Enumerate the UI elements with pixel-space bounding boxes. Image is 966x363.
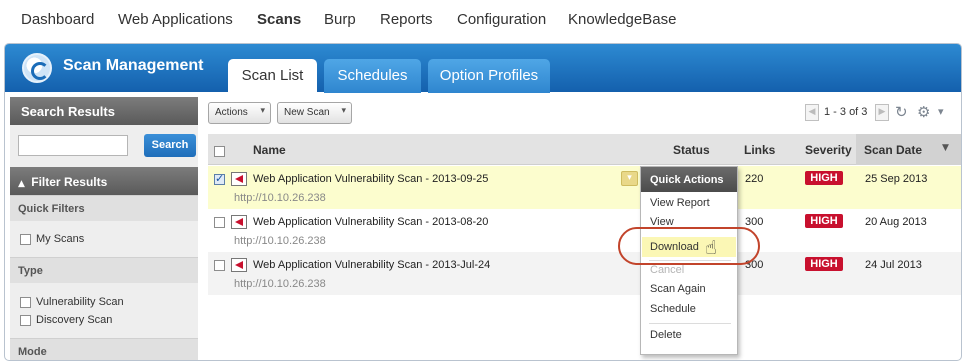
sidebar: Search Results Search ▲ Filter Results Q… [10, 97, 198, 360]
top-navigation: Dashboard Web Applications Scans Burp Re… [0, 0, 966, 42]
column-links[interactable]: Links [744, 143, 775, 157]
scan-date: 24 Jul 2013 [865, 259, 922, 271]
discovery-scan-filter[interactable]: Discovery Scan [20, 314, 112, 326]
nav-web-applications[interactable]: Web Applications [118, 11, 233, 28]
app-header: Scan Management Scan List Schedules Opti… [5, 44, 961, 93]
column-status[interactable]: Status [673, 143, 710, 157]
column-severity[interactable]: Severity [805, 143, 852, 157]
discovery-scan-checkbox[interactable] [20, 314, 31, 326]
nav-dashboard[interactable]: Dashboard [21, 11, 94, 28]
table-row[interactable]: Web Application Vulnerability Scan - 201… [208, 166, 961, 209]
highlight-callout-ring [618, 227, 760, 265]
type-section: Type [10, 257, 198, 283]
table-header: Name Status Links Severity Scan Date ▼ [208, 134, 961, 165]
menu-divider [649, 323, 731, 324]
scan-name[interactable]: Web Application Vulnerability Scan - 201… [253, 173, 488, 185]
vulnerability-scan-filter[interactable]: Vulnerability Scan [20, 296, 124, 308]
severity-badge: HIGH [805, 214, 843, 228]
qualys-logo-icon [22, 53, 52, 83]
new-scan-label: New Scan [284, 107, 330, 118]
column-scan-date[interactable]: Scan Date [864, 143, 922, 157]
quick-actions-title: Quick Actions [641, 167, 737, 192]
table-row[interactable]: Web Application Vulnerability Scan - 201… [208, 252, 961, 295]
scan-type-icon [231, 215, 247, 229]
scan-type-icon [231, 258, 247, 272]
vulnerability-scan-label: Vulnerability Scan [36, 296, 124, 308]
filter-results-heading[interactable]: ▲ Filter Results [10, 167, 198, 195]
mode-section: Mode [10, 338, 198, 360]
menu-item-scan-again[interactable]: Scan Again [650, 283, 706, 295]
menu-item-schedule[interactable]: Schedule [650, 303, 696, 315]
next-page-button[interactable]: ▶ [875, 104, 889, 121]
search-button[interactable]: Search [144, 134, 196, 157]
my-scans-filter[interactable]: My Scans [20, 233, 84, 245]
nav-configuration[interactable]: Configuration [457, 11, 546, 28]
scan-type-icon [231, 172, 247, 186]
scan-date: 25 Sep 2013 [865, 173, 928, 185]
gear-icon[interactable]: ⚙ [917, 103, 930, 121]
app-frame: Scan Management Scan List Schedules Opti… [4, 43, 962, 361]
tab-schedules[interactable]: Schedules [324, 59, 421, 93]
filter-results-label: Filter Results [31, 175, 108, 189]
menu-item-delete[interactable]: Delete [650, 329, 682, 341]
row-checkbox[interactable] [214, 217, 225, 228]
my-scans-label: My Scans [36, 233, 85, 245]
refresh-icon[interactable]: ↻ [895, 103, 908, 121]
vulnerability-scan-checkbox[interactable] [20, 296, 31, 308]
collapse-caret-icon: ▲ [18, 179, 25, 189]
row-checkbox[interactable] [214, 260, 225, 271]
actions-dropdown[interactable]: Actions ▾ [208, 102, 271, 124]
chevron-down-icon[interactable]: ▾ [938, 105, 944, 118]
scan-links: 220 [745, 173, 764, 185]
search-input[interactable] [18, 135, 128, 156]
scan-name[interactable]: Web Application Vulnerability Scan - 201… [253, 216, 488, 228]
scan-url: http://10.10.26.238 [234, 235, 326, 247]
nav-burp[interactable]: Burp [324, 11, 356, 28]
tab-option-profiles[interactable]: Option Profiles [428, 59, 550, 93]
severity-badge: HIGH [805, 257, 843, 271]
nav-scans[interactable]: Scans [257, 11, 301, 28]
scan-name[interactable]: Web Application Vulnerability Scan - 201… [253, 259, 490, 271]
chevron-down-icon: ▾ [260, 106, 265, 116]
severity-badge: HIGH [805, 171, 843, 185]
menu-item-cancel: Cancel [650, 264, 685, 276]
scan-links: 300 [745, 216, 764, 228]
new-scan-dropdown[interactable]: New Scan ▾ [277, 102, 352, 124]
previous-page-button[interactable]: ◀ [805, 104, 819, 121]
table-row[interactable]: Web Application Vulnerability Scan - 201… [208, 209, 961, 252]
nav-reports[interactable]: Reports [380, 11, 433, 28]
pagination-label: 1 - 3 of 3 [824, 106, 868, 118]
tab-scan-list[interactable]: Scan List [228, 59, 317, 93]
search-results-heading: Search Results [10, 97, 198, 125]
hand-cursor-icon: ☝ [705, 237, 717, 259]
chevron-down-icon: ▾ [341, 106, 346, 116]
discovery-scan-label: Discovery Scan [36, 314, 113, 326]
row-checkbox[interactable] [214, 172, 225, 185]
quick-actions-trigger[interactable]: ▾ [621, 171, 638, 186]
menu-item-view-report[interactable]: View Report [650, 197, 710, 209]
app-title: Scan Management [63, 57, 204, 74]
quick-filters-section: Quick Filters [10, 195, 198, 221]
actions-label: Actions [215, 107, 248, 118]
sort-descending-icon[interactable]: ▼ [942, 143, 949, 153]
scan-url: http://10.10.26.238 [234, 192, 326, 204]
select-all-checkbox[interactable] [214, 146, 225, 157]
my-scans-checkbox[interactable] [20, 233, 31, 245]
column-name[interactable]: Name [253, 143, 286, 157]
scan-date: 20 Aug 2013 [865, 216, 927, 228]
nav-knowledgebase[interactable]: KnowledgeBase [568, 11, 676, 28]
scan-url: http://10.10.26.238 [234, 278, 326, 290]
